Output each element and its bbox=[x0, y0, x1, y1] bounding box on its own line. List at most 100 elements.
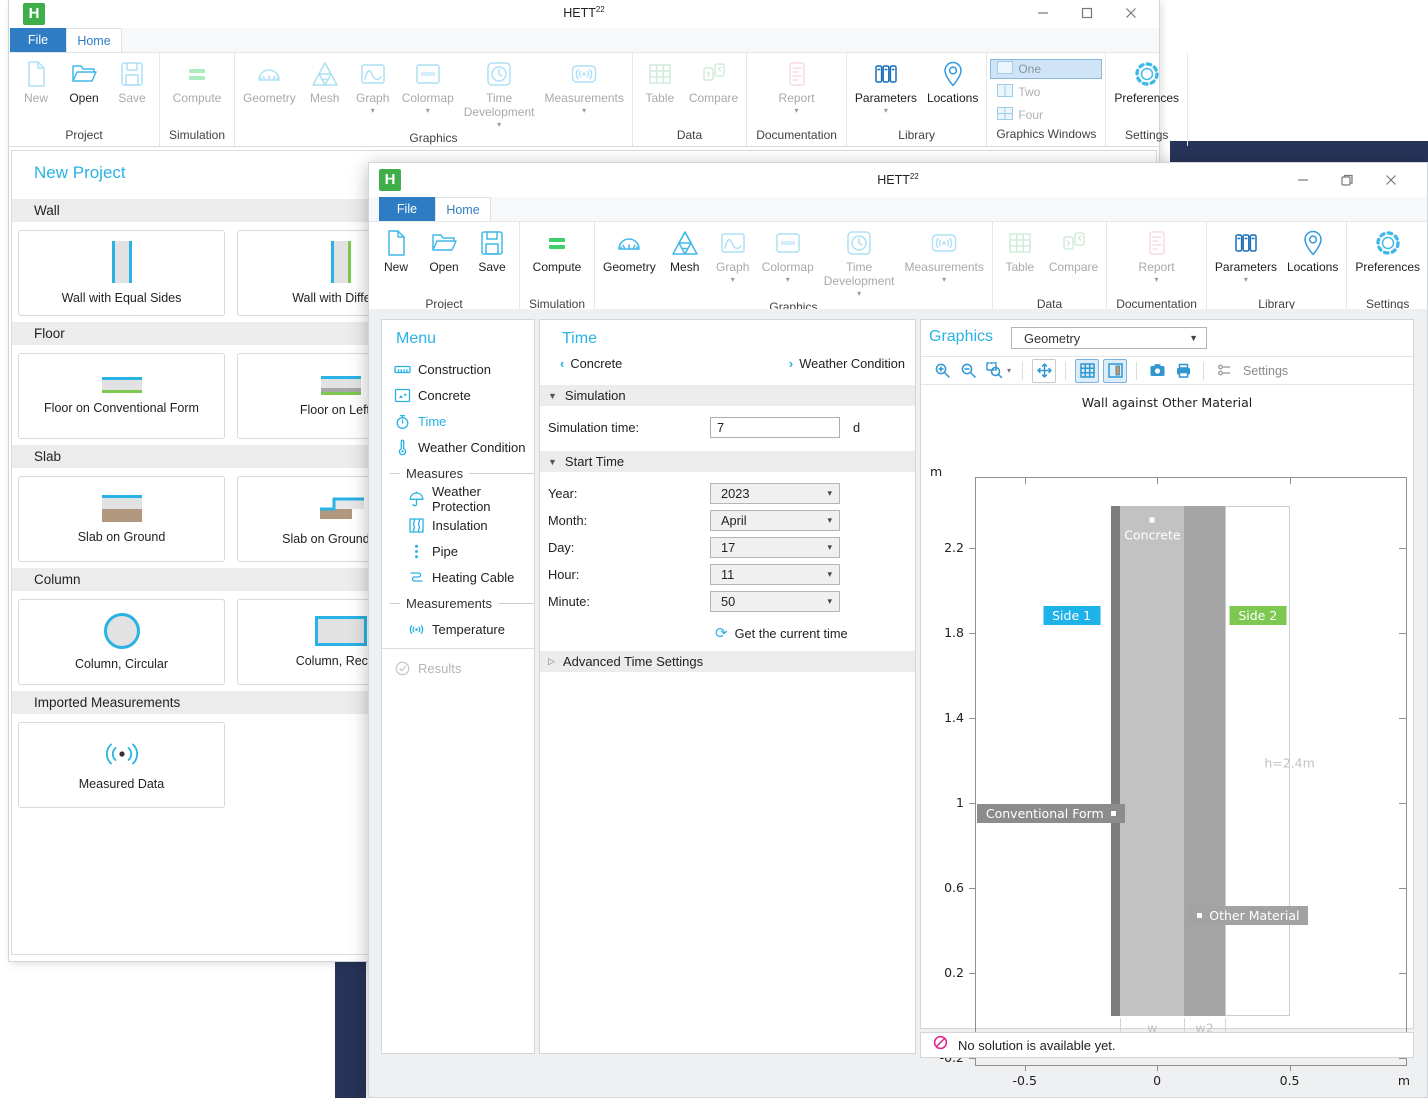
tab-file[interactable]: File bbox=[10, 28, 66, 52]
colorbar-toggle-button[interactable] bbox=[1103, 359, 1127, 383]
ribbon-item-compare[interactable]: Compare bbox=[1044, 222, 1103, 275]
collapse-triangle-icon: ▼ bbox=[548, 391, 557, 401]
camera-button[interactable] bbox=[1146, 360, 1168, 382]
ribbon-item-four[interactable]: Four bbox=[990, 105, 1102, 125]
select-year[interactable]: 2023▾ bbox=[710, 483, 840, 504]
ribbon-item-new[interactable]: New bbox=[12, 53, 60, 106]
ribbon-item-compare[interactable]: Compare bbox=[684, 53, 743, 106]
ribbon-item-one[interactable]: One bbox=[990, 59, 1102, 79]
ribbon-item-save[interactable]: Save bbox=[108, 53, 156, 106]
y-tick-right bbox=[1399, 633, 1406, 634]
ribbon-item-mesh[interactable]: Mesh bbox=[301, 53, 349, 106]
ribbon-item-graph[interactable]: Graph▾ bbox=[709, 222, 757, 284]
menu-item-concrete[interactable]: Concrete bbox=[382, 382, 534, 408]
project-card-slab-on-ground[interactable]: Slab on Ground bbox=[18, 476, 225, 562]
temperature-signal-icon bbox=[408, 621, 425, 638]
ribbon-item-open[interactable]: Open bbox=[60, 53, 108, 106]
wall-equal-icon bbox=[112, 241, 132, 283]
ribbon-item-report[interactable]: Report▾ bbox=[773, 53, 821, 115]
tab-home[interactable]: Home bbox=[435, 197, 491, 221]
ribbon-item-graph[interactable]: Graph▾ bbox=[349, 53, 397, 115]
ribbon-item-open[interactable]: Open bbox=[420, 222, 468, 275]
menu-item-weather-protection[interactable]: Weather Protection bbox=[382, 486, 534, 512]
menu-item-heating-cable[interactable]: Heating Cable bbox=[382, 564, 534, 590]
ribbon-item-time-development[interactable]: Time Development▾ bbox=[819, 222, 900, 298]
close-button[interactable] bbox=[1109, 0, 1153, 26]
ribbon-item-time-development[interactable]: Time Development▾ bbox=[459, 53, 540, 129]
titlebar[interactable]: H HETT22 bbox=[9, 0, 1159, 28]
menu-item-weather-condition[interactable]: Weather Condition bbox=[382, 434, 534, 460]
ribbon-item-mesh[interactable]: Mesh bbox=[661, 222, 709, 275]
restore-button[interactable] bbox=[1325, 167, 1369, 193]
nav-back[interactable]: ‹Concrete bbox=[554, 356, 622, 371]
ribbon-item-two[interactable]: Two bbox=[990, 82, 1102, 102]
zoom-box-button[interactable] bbox=[983, 360, 1005, 382]
ribbon-item-table[interactable]: Table bbox=[996, 222, 1044, 275]
zoom-in-button[interactable] bbox=[931, 360, 953, 382]
ribbon-item-preferences[interactable]: Preferences bbox=[1350, 222, 1425, 275]
ribbon-item-preferences[interactable]: Preferences bbox=[1109, 53, 1184, 106]
ribbon-item-new[interactable]: New bbox=[372, 222, 420, 275]
y-tick-right bbox=[1399, 973, 1406, 974]
ribbon-tabs: FileHome bbox=[369, 197, 1427, 222]
ribbon-item-compute[interactable]: Compute bbox=[528, 222, 587, 275]
zoom-out-button[interactable] bbox=[957, 360, 979, 382]
menu-item-time[interactable]: Time bbox=[382, 408, 534, 434]
nav-forward[interactable]: ›Weather Condition bbox=[783, 356, 905, 371]
ribbon-item-locations[interactable]: Locations bbox=[1282, 222, 1343, 275]
select-minute[interactable]: 50▾ bbox=[710, 591, 840, 612]
select-day[interactable]: 17▾ bbox=[710, 537, 840, 558]
ribbon-item-report[interactable]: Report▾ bbox=[1133, 222, 1181, 284]
section-advanced-time-settings[interactable]: ▷Advanced Time Settings bbox=[540, 651, 915, 672]
settings-options-button[interactable] bbox=[1213, 360, 1235, 382]
plot-area[interactable]: -0.500.52.21.81.410.60.2-0.2mmConcreteSi… bbox=[975, 477, 1407, 1066]
section-start-time[interactable]: ▼Start Time bbox=[540, 451, 915, 472]
ribbon-item-measurements[interactable]: Measurements▾ bbox=[899, 222, 988, 284]
project-card-measured-data[interactable]: Measured Data bbox=[18, 722, 225, 808]
tab-file[interactable]: File bbox=[379, 197, 435, 221]
tab-home[interactable]: Home bbox=[66, 28, 122, 52]
menu-item-construction[interactable]: Construction bbox=[382, 356, 534, 382]
chevron-down-icon: ▾ bbox=[1244, 276, 1248, 284]
ribbon-item-save[interactable]: Save bbox=[468, 222, 516, 275]
chevron-down-icon[interactable]: ▾ bbox=[1007, 366, 1011, 375]
ribbon-item-colormap[interactable]: Colormap▾ bbox=[757, 222, 819, 284]
ribbon-item-parameters[interactable]: Parameters▾ bbox=[850, 53, 922, 115]
menu-item-pipe[interactable]: Pipe bbox=[382, 538, 534, 564]
get-current-time-button[interactable]: ⟳ Get the current time bbox=[715, 623, 915, 643]
ribbon-item-locations[interactable]: Locations bbox=[922, 53, 983, 106]
ribbon-item-label: New bbox=[384, 261, 408, 275]
project-card-wall-with-equal-sides[interactable]: Wall with Equal Sides bbox=[18, 230, 225, 316]
input-simulationtime[interactable]: 7 bbox=[710, 417, 840, 438]
ribbon-item-colormap[interactable]: Colormap▾ bbox=[397, 53, 459, 115]
select-hour[interactable]: 11▾ bbox=[710, 564, 840, 585]
grid-toggle-button[interactable] bbox=[1075, 359, 1099, 383]
time-panel: Time ‹Concrete ›Weather Condition ▼Simul… bbox=[539, 319, 916, 1054]
ribbon-item-table[interactable]: Table bbox=[636, 53, 684, 106]
menu-item-insulation[interactable]: Insulation bbox=[382, 512, 534, 538]
printer-button[interactable] bbox=[1172, 360, 1194, 382]
chevron-down-icon: ▾ bbox=[942, 276, 946, 284]
workspace: Menu ConstructionConcreteTimeWeather Con… bbox=[369, 309, 1427, 1097]
ribbon-item-label: Open bbox=[429, 261, 458, 275]
ribbon-item-geometry[interactable]: Geometry bbox=[238, 53, 301, 106]
titlebar[interactable]: H HETT22 bbox=[369, 163, 1427, 197]
project-card-column-circular[interactable]: Column, Circular bbox=[18, 599, 225, 685]
minimize-button[interactable] bbox=[1281, 167, 1325, 193]
close-button[interactable] bbox=[1369, 167, 1413, 193]
view-select[interactable]: Geometry ▼ bbox=[1011, 327, 1207, 349]
ribbon-item-compute[interactable]: Compute bbox=[168, 53, 227, 106]
select-month[interactable]: April▾ bbox=[710, 510, 840, 531]
menu-item-temperature[interactable]: Temperature bbox=[382, 616, 534, 642]
ribbon-item-parameters[interactable]: Parameters▾ bbox=[1210, 222, 1282, 284]
fit-extents-button[interactable] bbox=[1032, 359, 1056, 383]
section-simulation[interactable]: ▼Simulation bbox=[540, 385, 915, 406]
chip-marker bbox=[1111, 811, 1116, 816]
project-card-floor-on-conventional-form[interactable]: Floor on Conventional Form bbox=[18, 353, 225, 439]
ribbon-item-geometry[interactable]: Geometry bbox=[598, 222, 661, 275]
minimize-button[interactable] bbox=[1021, 0, 1065, 26]
maximize-button[interactable] bbox=[1065, 0, 1109, 26]
menu-group-measurements: Measurements bbox=[382, 590, 534, 616]
ribbon-item-measurements[interactable]: Measurements▾ bbox=[539, 53, 628, 115]
field-row-hour-: Hour:11▾ bbox=[540, 561, 915, 588]
